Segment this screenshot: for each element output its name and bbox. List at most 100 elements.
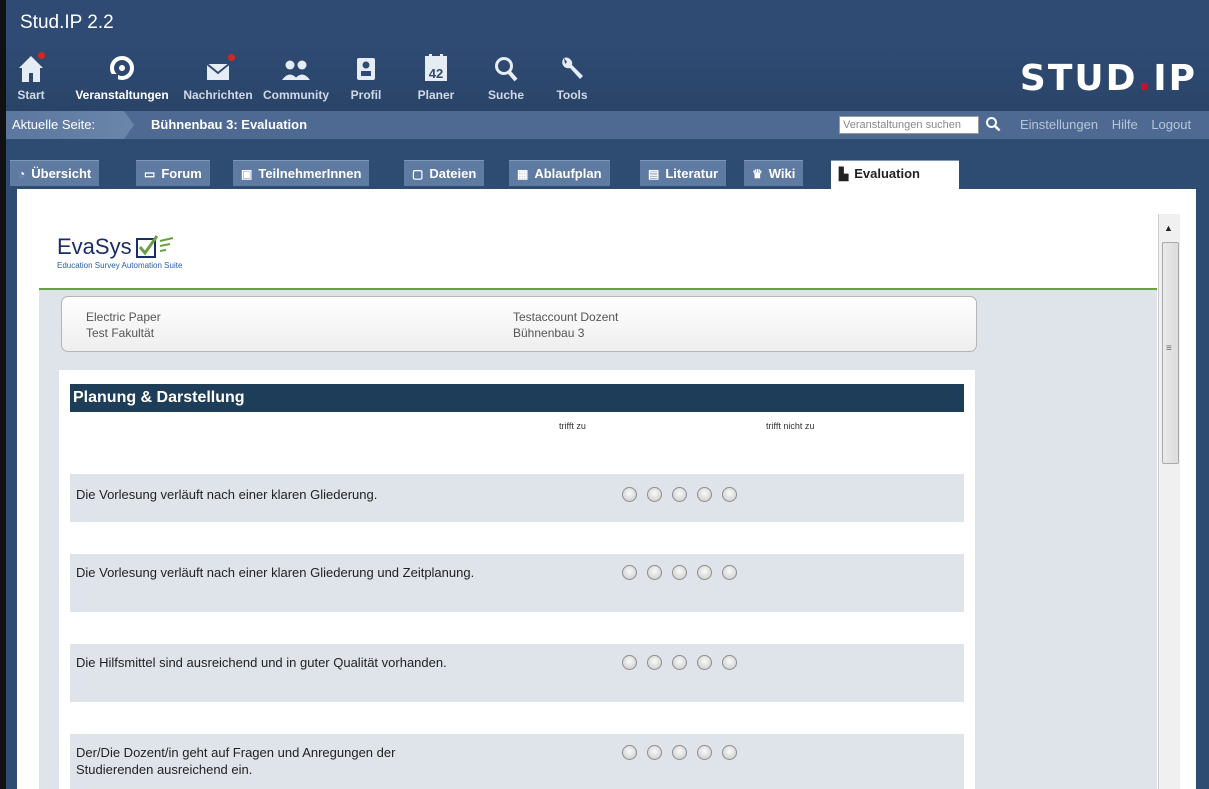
forum-icon: ▭ [144, 167, 156, 181]
nav-start-label: Start [17, 88, 45, 102]
scale-label-low: trifft zu [559, 421, 586, 431]
nav-start[interactable]: Start [16, 52, 46, 102]
studip-logo[interactable]: STUD.IP [1020, 58, 1197, 99]
files-icon: ▢ [412, 167, 424, 181]
evasys-logo-subtitle: Education Survey Automation Suite [57, 261, 183, 270]
schedule-icon: ▦ [517, 167, 529, 181]
tab-teilnehmerinnen-label: TeilnehmerInnen [258, 166, 362, 181]
answer-radio-2[interactable] [647, 655, 662, 670]
overview-icon: ◔ [18, 167, 26, 181]
breadcrumb-label: Aktuelle Seite: [6, 111, 134, 139]
help-link[interactable]: Hilfe [1112, 117, 1138, 132]
nav-community[interactable]: Community [260, 52, 332, 102]
nav-profil[interactable]: Profil [346, 52, 386, 102]
answer-radio-2[interactable] [647, 565, 662, 580]
tab-teilnehmerinnen[interactable]: ▣ TeilnehmerInnen [233, 160, 370, 186]
wrench-icon [552, 52, 592, 88]
question-row: Die Vorlesung verläuft nach einer klaren… [70, 554, 964, 612]
top-links: Einstellungen Hilfe Logout [1020, 117, 1201, 132]
course-search-input[interactable]: Veranstaltungen suchen [839, 116, 979, 134]
answer-radio-1[interactable] [622, 565, 637, 580]
breadcrumb-current[interactable]: Bühnenbau 3: Evaluation [151, 117, 307, 132]
answer-options [622, 745, 747, 760]
nav-tools-label: Tools [556, 88, 588, 102]
start-notification-dot [38, 52, 45, 59]
logo-dot: . [1137, 58, 1154, 99]
tab-wiki-label: Wiki [768, 166, 796, 181]
tab-dateien-label: Dateien [429, 166, 477, 181]
tab-wiki[interactable]: ♛ Wiki [744, 160, 804, 186]
answer-radio-4[interactable] [697, 745, 712, 760]
nav-tools[interactable]: Tools [552, 52, 592, 102]
nav-planer[interactable]: 42 Planer [416, 52, 456, 102]
nav-community-label: Community [263, 88, 329, 102]
app-title: Stud.IP 2.2 [6, 0, 1209, 46]
answer-radio-3[interactable] [672, 487, 687, 502]
grip-icon: ≡ [1166, 343, 1172, 354]
tab-ablaufplan-label: Ablaufplan [534, 166, 602, 181]
seminar-icon [70, 52, 174, 88]
course-tabs: ◔ Übersicht ▭ Forum ▣ TeilnehmerInnen ▢ Date… [6, 139, 1209, 189]
answer-radio-5[interactable] [722, 745, 737, 760]
settings-link[interactable]: Einstellungen [1020, 117, 1098, 132]
nav-veranstaltungen-label: Veranstaltungen [75, 88, 169, 102]
tab-evaluation[interactable]: ▙ Evaluation [831, 160, 959, 189]
info-course: Bühnenbau 3 [513, 326, 585, 340]
right-border [1196, 189, 1209, 789]
question-row: Die Hilfsmittel sind ausreichend und in … [70, 644, 964, 702]
answer-radio-5[interactable] [722, 655, 737, 670]
question-text: Die Vorlesung verläuft nach einer klaren… [76, 487, 378, 502]
wiki-icon: ♛ [752, 167, 763, 181]
answer-radio-1[interactable] [622, 487, 637, 502]
question-text: Der/Die Dozent/in geht auf Fragen und An… [76, 745, 396, 777]
answer-radio-3[interactable] [672, 655, 687, 670]
nav-veranstaltungen[interactable]: Veranstaltungen [70, 52, 174, 102]
section-title: Planung & Darstellung [70, 384, 964, 412]
answer-radio-5[interactable] [722, 565, 737, 580]
tab-uebersicht[interactable]: ◔ Übersicht [10, 160, 100, 186]
logout-link[interactable]: Logout [1151, 117, 1191, 132]
tab-dateien[interactable]: ▢ Dateien [404, 160, 485, 186]
breadcrumb: Aktuelle Seite: Bühnenbau 3: Evaluation … [6, 111, 1209, 139]
tab-literatur[interactable]: ▤ Literatur [640, 160, 727, 186]
nav-planer-label: Planer [417, 88, 455, 102]
question-row: Die Vorlesung verläuft nach einer klaren… [70, 474, 964, 522]
tab-evaluation-label: Evaluation [854, 166, 920, 181]
survey-info-box: Electric Paper Test Fakultät Testaccount… [61, 296, 977, 352]
nav-nachrichten-label: Nachrichten [183, 88, 253, 102]
answer-options [622, 487, 747, 502]
main-navigation: Start Veranstaltungen Nachrichten Commun… [6, 46, 1209, 111]
checkbox-logo-icon [135, 235, 173, 258]
answer-radio-2[interactable] [647, 745, 662, 760]
tab-forum[interactable]: ▭ Forum [136, 160, 210, 186]
participants-icon: ▣ [241, 167, 253, 181]
answer-radio-4[interactable] [697, 487, 712, 502]
answer-radio-4[interactable] [697, 565, 712, 580]
answer-radio-4[interactable] [697, 655, 712, 670]
mail-icon [176, 52, 260, 88]
calendar-date: 42 [429, 66, 443, 81]
tab-uebersicht-label: Übersicht [31, 166, 92, 181]
evasys-survey-frame: EvaSys Education Survey Automation Suite… [39, 219, 1157, 789]
answer-radio-2[interactable] [647, 487, 662, 502]
answer-radio-3[interactable] [672, 565, 687, 580]
answer-radio-5[interactable] [722, 487, 737, 502]
question-text: Die Hilfsmittel sind ausreichend und in … [76, 655, 447, 670]
question-row: Der/Die Dozent/in geht auf Fragen und An… [70, 734, 964, 789]
scrollbar-thumb[interactable]: ≡ [1162, 242, 1179, 464]
nav-nachrichten[interactable]: Nachrichten [176, 52, 260, 102]
search-icon [986, 117, 1001, 132]
logo-text-ip: IP [1153, 58, 1197, 99]
tab-forum-label: Forum [161, 166, 202, 181]
answer-radio-3[interactable] [672, 745, 687, 760]
nav-suche[interactable]: Suche [486, 52, 526, 102]
scroll-up-arrow-icon[interactable]: ▲ [1164, 223, 1173, 233]
mail-notification-dot [228, 54, 235, 61]
answer-radio-1[interactable] [622, 655, 637, 670]
info-faculty: Test Fakultät [86, 326, 155, 340]
question-text: Die Vorlesung verläuft nach einer klaren… [76, 565, 475, 580]
answer-radio-1[interactable] [622, 745, 637, 760]
vertical-scrollbar[interactable]: ▲ ≡ [1158, 214, 1180, 789]
tab-ablaufplan[interactable]: ▦ Ablaufplan [509, 160, 610, 186]
search-button[interactable] [985, 116, 1001, 135]
